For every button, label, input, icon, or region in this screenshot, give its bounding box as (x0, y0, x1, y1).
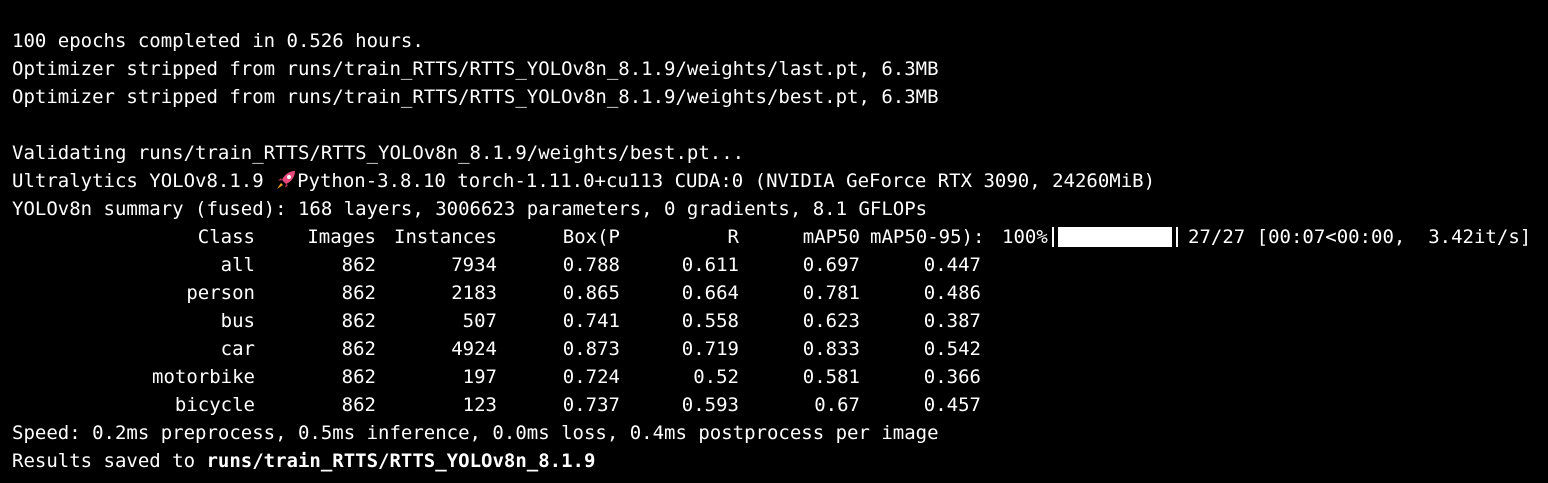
optimizer-last-line: Optimizer stripped from runs/train_RTTS/… (12, 58, 939, 80)
progress-timing: [00:07<00:00, 3.42it/s] (1256, 226, 1532, 248)
progress-bar-right-edge (1176, 227, 1178, 247)
table-cell-map50-95: 0.542 (923, 338, 981, 360)
table-cell-images: 862 (341, 338, 376, 360)
table-row-class: car (220, 338, 255, 360)
table-cell-images: 862 (341, 282, 376, 304)
header-r: R (727, 226, 739, 248)
table-cell-map50: 0.697 (802, 254, 860, 276)
table-cell-box-p: 0.724 (562, 366, 620, 388)
table-cell-map50-95: 0.366 (923, 366, 981, 388)
table-cell-box-p: 0.788 (562, 254, 620, 276)
table-cell-map50-95: 0.387 (923, 310, 981, 332)
table-cell-map50: 0.781 (802, 282, 860, 304)
header-map50: mAP50 (802, 226, 860, 248)
table-cell-r: 0.719 (681, 338, 739, 360)
table-cell-instances: 197 (462, 366, 497, 388)
epochs-line: 100 epochs completed in 0.526 hours. (12, 30, 424, 52)
results-prefix: Results saved to (12, 450, 207, 472)
table-row-class: bicycle (174, 394, 255, 416)
table-row-class: person (186, 282, 255, 304)
table-cell-instances: 4924 (451, 338, 497, 360)
speed-line: Speed: 0.2ms preprocess, 0.5ms inference… (12, 422, 939, 444)
optimizer-best-line: Optimizer stripped from runs/train_RTTS/… (12, 86, 939, 108)
version-prefix: Ultralytics YOLOv8.1.9 (12, 170, 276, 192)
header-class: Class (197, 226, 255, 248)
table-cell-r: 0.611 (681, 254, 739, 276)
terminal-window[interactable]: 100 epochs completed in 0.526 hours. Opt… (0, 0, 1548, 483)
header-box-p: Box(P (562, 226, 620, 248)
table-cell-map50: 0.67 (814, 394, 860, 416)
table-cell-box-p: 0.741 (562, 310, 620, 332)
header-instances: Instances (394, 226, 497, 248)
table-cell-map50: 0.581 (802, 366, 860, 388)
progress-bar-left-edge (1052, 227, 1054, 247)
results-line: Results saved to runs/train_RTTS/RTTS_YO… (12, 447, 595, 475)
table-cell-instances: 507 (462, 310, 497, 332)
table-row-class: all (220, 254, 255, 276)
version-suffix: Python-3.8.10 torch-1.11.0+cu113 CUDA:0 … (297, 170, 1156, 192)
table-cell-r: 0.52 (693, 366, 739, 388)
table-row-class: bus (220, 310, 255, 332)
version-line: Ultralytics YOLOv8.1.9 Python-3.8.10 tor… (12, 167, 1155, 195)
progress-bar-fill (1058, 227, 1172, 247)
progress-status: 27/27 [00:07<00:00, 3.42it/s] (1188, 223, 1533, 251)
results-path: runs/train_RTTS/RTTS_YOLOv8n_8.1.9 (206, 450, 596, 472)
table-cell-instances: 7934 (451, 254, 497, 276)
table-cell-images: 862 (341, 366, 376, 388)
table-cell-box-p: 0.865 (562, 282, 620, 304)
table-cell-instances: 2183 (451, 282, 497, 304)
progress-count: 27/27 (1188, 226, 1246, 248)
table-cell-map50: 0.623 (802, 310, 860, 332)
table-cell-box-p: 0.737 (562, 394, 620, 416)
table-cell-map50-95: 0.486 (923, 282, 981, 304)
table-row-class: motorbike (152, 366, 255, 388)
table-cell-images: 862 (341, 254, 376, 276)
validating-line: Validating runs/train_RTTS/RTTS_YOLOv8n_… (12, 142, 745, 164)
progress-percent: 100% (1002, 226, 1048, 248)
table-cell-r: 0.558 (681, 310, 739, 332)
table-cell-images: 862 (341, 310, 376, 332)
summary-line: YOLOv8n summary (fused): 168 layers, 300… (12, 198, 928, 220)
table-cell-r: 0.664 (681, 282, 739, 304)
table-cell-box-p: 0.873 (562, 338, 620, 360)
table-cell-map50-95: 0.457 (923, 394, 981, 416)
rocket-icon (277, 171, 296, 189)
table-cell-images: 862 (341, 394, 376, 416)
header-map50-95: mAP50-95): (870, 226, 985, 248)
header-images: Images (307, 226, 376, 248)
table-cell-map50-95: 0.447 (923, 254, 981, 276)
table-cell-map50: 0.833 (802, 338, 860, 360)
table-cell-instances: 123 (462, 394, 497, 416)
table-cell-r: 0.593 (681, 394, 739, 416)
